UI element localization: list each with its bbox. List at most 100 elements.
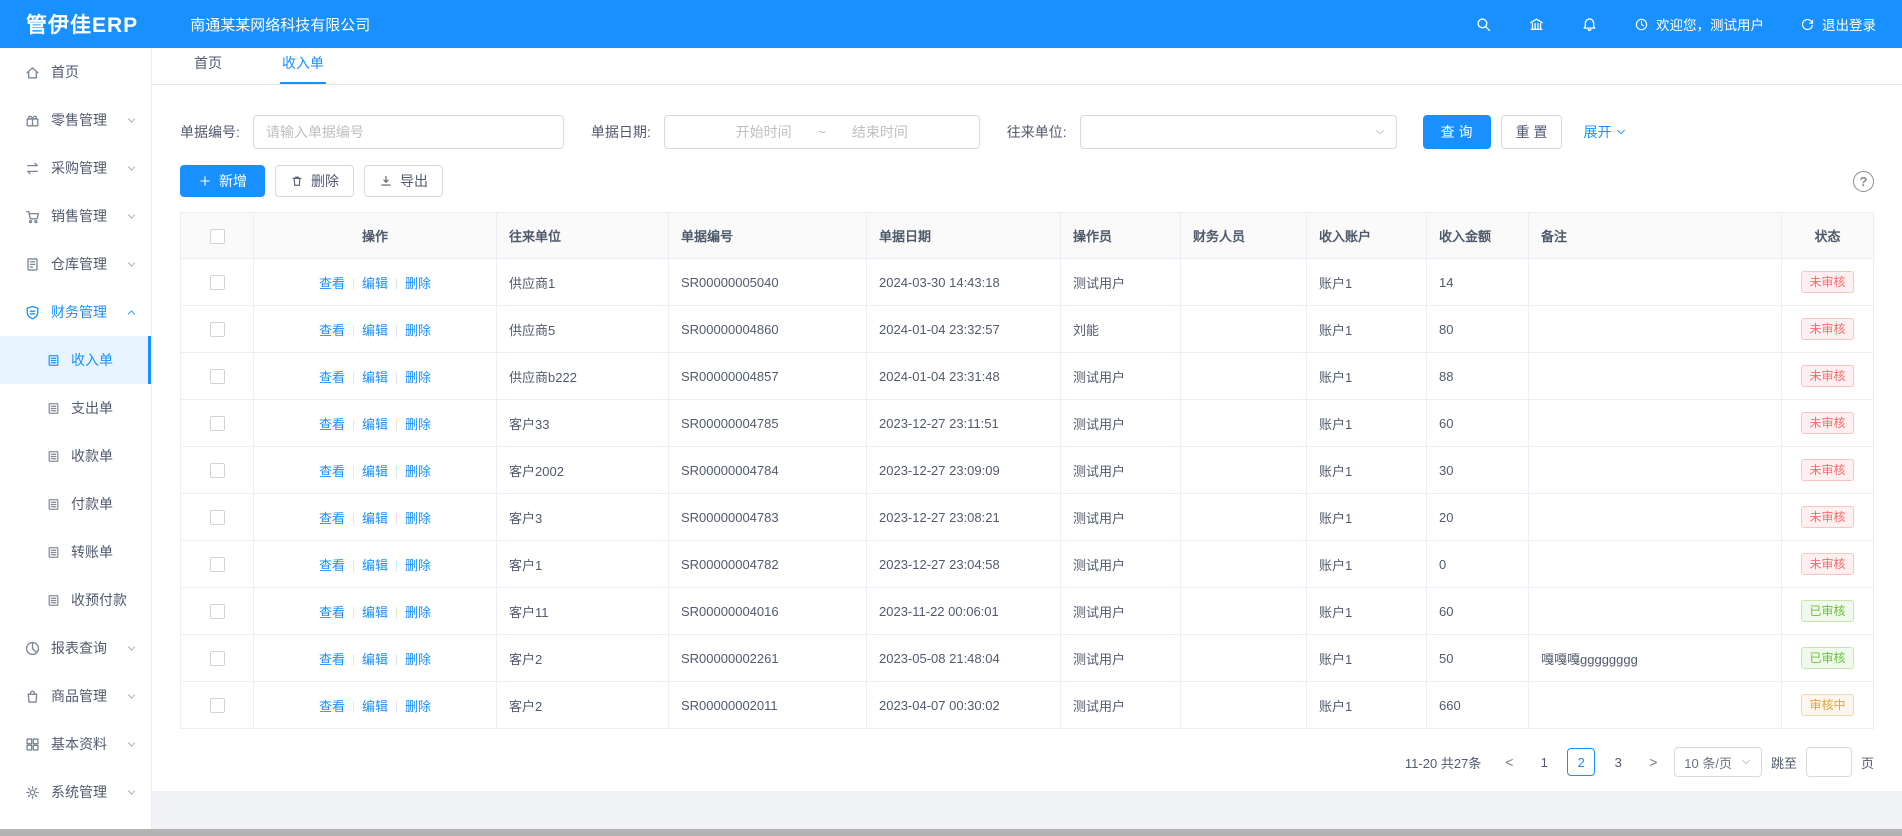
bank-icon[interactable] [1528,16,1545,33]
logout-button[interactable]: 退出登录 [1800,14,1876,34]
delete-button[interactable]: 删除 [275,165,354,197]
date-start-placeholder: 开始时间 [736,122,792,142]
edit-link[interactable]: 编辑 [362,464,388,479]
main-area: 首页收入单 单据编号: 单据日期: 开始时间 ~ 结束时间 往来单位: 查 询 … [152,48,1902,836]
view-link[interactable]: 查看 [319,511,345,526]
row-checkbox[interactable] [210,463,225,478]
delete-link[interactable]: 删除 [405,558,431,573]
row-checkbox[interactable] [210,651,225,666]
status-badge: 未审核 [1801,506,1853,528]
row-checkbox[interactable] [210,322,225,337]
row-checkbox[interactable] [210,510,225,525]
view-link[interactable]: 查看 [319,558,345,573]
view-link[interactable]: 查看 [319,417,345,432]
row-checkbox[interactable] [210,416,225,431]
view-link[interactable]: 查看 [319,464,345,479]
view-link[interactable]: 查看 [319,699,345,714]
search-button[interactable]: 查 询 [1423,115,1491,149]
sidebar-item-expense-bill[interactable]: 支出单 [0,384,151,432]
add-button[interactable]: 新增 [180,165,265,197]
export-button[interactable]: 导出 [364,165,443,197]
partner-select[interactable] [1080,115,1397,149]
company-name: 南通某某网络科技有限公司 [190,14,370,35]
logout-text: 退出登录 [1822,14,1876,34]
row-checkbox[interactable] [210,275,225,290]
prev-page-button[interactable]: < [1497,748,1521,776]
table-row: 查看编辑删除 客户33 SR00000004785 2023-12-27 23:… [181,400,1874,447]
view-link[interactable]: 查看 [319,605,345,620]
sidebar-item-finance[interactable]: 财务管理 [0,288,151,336]
divider [396,607,397,619]
sidebar-item-receipt-bill[interactable]: 收款单 [0,432,151,480]
edit-link[interactable]: 编辑 [362,511,388,526]
help-icon[interactable]: ? [1853,171,1874,192]
jump-page-input[interactable] [1806,747,1852,777]
tab-首页[interactable]: 首页 [192,53,224,84]
delete-link[interactable]: 删除 [405,652,431,667]
expand-link[interactable]: 展开 [1583,122,1627,142]
delete-link[interactable]: 删除 [405,323,431,338]
delete-link[interactable]: 删除 [405,699,431,714]
page-size-select[interactable]: 10 条/页 [1674,747,1762,777]
sidebar-item-purchase[interactable]: 采购管理 [0,144,151,192]
horizontal-scrollbar[interactable] [0,829,1902,836]
edit-link[interactable]: 编辑 [362,323,388,338]
sidebar-item-payment-bill[interactable]: 付款单 [0,480,151,528]
basedata-icon [24,736,41,753]
divider [353,560,354,572]
bell-icon[interactable] [1581,16,1598,33]
view-link[interactable]: 查看 [319,652,345,667]
chevron-down-icon [1740,756,1752,768]
row-checkbox[interactable] [210,369,225,384]
cell-income-account: 账户1 [1307,635,1427,682]
edit-link[interactable]: 编辑 [362,652,388,667]
clock-icon [1634,17,1649,32]
search-icon[interactable] [1475,16,1492,33]
edit-link[interactable]: 编辑 [362,370,388,385]
view-link[interactable]: 查看 [319,323,345,338]
row-checkbox[interactable] [210,604,225,619]
income-bill-table: 操作 往来单位 单据编号 单据日期 操作员 财务人员 收入账户 收入金额 备注 … [180,212,1874,729]
sidebar-item-advance-receipt[interactable]: 收预付款 [0,576,151,624]
edit-link[interactable]: 编辑 [362,699,388,714]
edit-link[interactable]: 编辑 [362,417,388,432]
delete-link[interactable]: 删除 [405,464,431,479]
bill-no-input[interactable] [253,115,564,149]
delete-link[interactable]: 删除 [405,417,431,432]
view-link[interactable]: 查看 [319,370,345,385]
page-button-2[interactable]: 2 [1567,748,1595,776]
sidebar-item-income-bill[interactable]: 收入单 [0,336,151,384]
sidebar-item-sales[interactable]: 销售管理 [0,192,151,240]
page-button-1[interactable]: 1 [1530,748,1558,776]
sidebar-item-goods[interactable]: 商品管理 [0,672,151,720]
tab-收入单[interactable]: 收入单 [280,53,326,84]
edit-link[interactable]: 编辑 [362,558,388,573]
sidebar-item-basedata[interactable]: 基本资料 [0,720,151,768]
sidebar-item-system[interactable]: 系统管理 [0,768,151,816]
view-link[interactable]: 查看 [319,276,345,291]
edit-link[interactable]: 编辑 [362,276,388,291]
divider [353,466,354,478]
doc-icon [46,353,61,368]
delete-link[interactable]: 删除 [405,511,431,526]
sidebar-item-report[interactable]: 报表查询 [0,624,151,672]
next-page-button[interactable]: > [1641,748,1665,776]
delete-link[interactable]: 删除 [405,605,431,620]
page-button-3[interactable]: 3 [1604,748,1632,776]
row-checkbox[interactable] [210,698,225,713]
date-range-picker[interactable]: 开始时间 ~ 结束时间 [664,115,980,149]
edit-link[interactable]: 编辑 [362,605,388,620]
sidebar-item-transfer-bill[interactable]: 转账单 [0,528,151,576]
welcome-user[interactable]: 欢迎您，测试用户 [1634,14,1764,34]
row-checkbox[interactable] [210,557,225,572]
delete-link[interactable]: 删除 [405,370,431,385]
reset-button[interactable]: 重 置 [1501,115,1563,149]
select-all-checkbox[interactable] [210,229,225,244]
sidebar-item-home[interactable]: 首页 [0,48,151,96]
status-badge: 未审核 [1801,412,1853,434]
status-badge: 未审核 [1801,365,1853,387]
delete-link[interactable]: 删除 [405,276,431,291]
sidebar-item-warehouse[interactable]: 仓库管理 [0,240,151,288]
download-icon [379,174,393,188]
sidebar-item-retail[interactable]: 零售管理 [0,96,151,144]
